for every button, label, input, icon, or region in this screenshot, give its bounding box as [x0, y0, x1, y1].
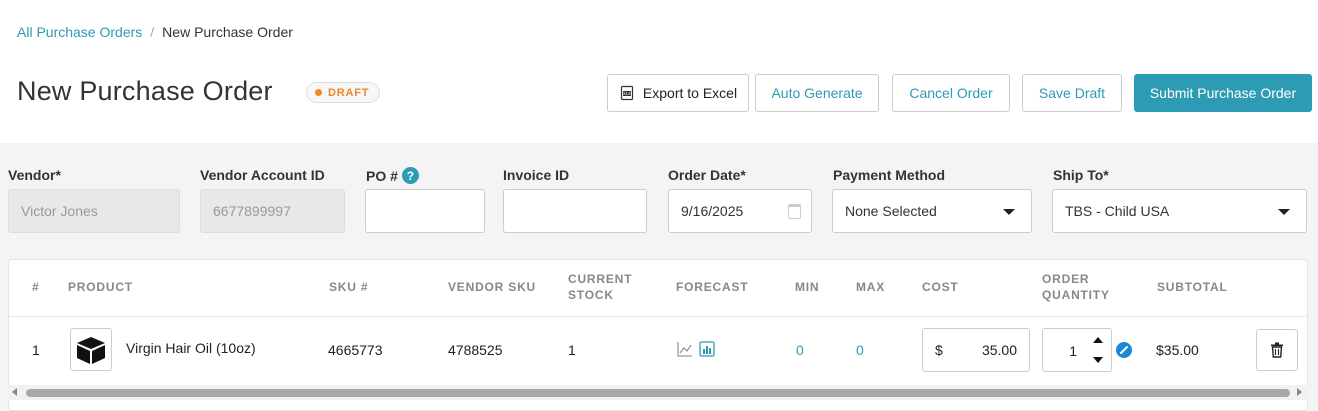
col-header-order-quantity: ORDER QUANTITY — [1042, 272, 1110, 302]
decrement-arrow-icon[interactable] — [1093, 357, 1103, 363]
col-header-vendor-sku: VENDOR SKU — [448, 280, 537, 294]
col-header-current-stock: CURRENT STOCK — [568, 272, 633, 302]
calendar-icon[interactable] — [788, 204, 801, 219]
increment-arrow-icon[interactable] — [1093, 337, 1103, 343]
payment-method-select[interactable]: None Selected — [832, 189, 1032, 233]
export-to-excel-button[interactable]: XLS Export to Excel — [607, 74, 749, 112]
subtotal-value: $35.00 — [1156, 342, 1199, 358]
order-quantity-stepper[interactable]: 1 — [1042, 328, 1112, 372]
page-header: All Purchase Orders / New Purchase Order… — [0, 0, 1318, 143]
vendor-value: Victor Jones — [21, 203, 98, 219]
excel-file-icon: XLS — [620, 85, 634, 101]
payment-method-label: Payment Method — [833, 167, 946, 183]
product-name[interactable]: Virgin Hair Oil (10oz) — [126, 340, 256, 356]
ship-to-value: TBS - Child USA — [1065, 203, 1170, 219]
vendor-account-field: 6677899997 — [200, 189, 345, 233]
po-number-input[interactable] — [365, 189, 485, 233]
col-header-number: # — [32, 280, 40, 294]
col-header-min: MIN — [795, 280, 820, 294]
scrollbar-thumb[interactable] — [26, 389, 1290, 397]
sku-value: 4665773 — [328, 342, 383, 358]
help-icon[interactable]: ? — [401, 167, 419, 184]
cost-input[interactable]: $ 35.00 — [922, 328, 1030, 372]
breadcrumb-all-purchase-orders[interactable]: All Purchase Orders — [17, 24, 142, 40]
col-header-sku: SKU # — [329, 280, 369, 294]
cancel-order-label: Cancel Order — [909, 85, 993, 101]
submit-purchase-order-button[interactable]: Submit Purchase Order — [1134, 74, 1312, 112]
vendor-account-label: Vendor Account ID — [200, 167, 325, 183]
order-date-input[interactable]: 9/16/2025 — [668, 189, 812, 233]
line-chart-icon[interactable] — [677, 341, 693, 357]
submit-purchase-order-label: Submit Purchase Order — [1149, 85, 1297, 101]
table-header-divider — [9, 316, 1307, 317]
chevron-down-icon — [1278, 209, 1290, 215]
col-header-cost: COST — [922, 280, 959, 294]
status-dot — [315, 89, 322, 96]
col-header-max: MAX — [856, 280, 886, 294]
page-title: New Purchase Order — [17, 76, 273, 106]
vendor-account-value: 6677899997 — [213, 203, 291, 219]
horizontal-scrollbar[interactable] — [8, 385, 1308, 400]
order-date-value: 9/16/2025 — [681, 203, 744, 219]
trash-icon — [1271, 342, 1283, 358]
row-number: 1 — [32, 342, 40, 358]
ship-to-select[interactable]: TBS - Child USA — [1052, 189, 1307, 233]
order-date-label: Order Date* — [668, 167, 746, 183]
current-stock-value: 1 — [568, 342, 576, 358]
box-icon — [77, 336, 105, 364]
vendor-sku-value: 4788525 — [448, 342, 503, 358]
max-value[interactable]: 0 — [856, 342, 864, 358]
min-value[interactable]: 0 — [796, 342, 804, 358]
forecast-icons — [677, 341, 715, 357]
ship-to-label: Ship To* — [1053, 167, 1109, 183]
chevron-down-icon — [1003, 209, 1015, 215]
delete-row-button[interactable] — [1256, 329, 1298, 371]
status-badge-label: DRAFT — [328, 86, 370, 99]
quantity-spinner — [1091, 333, 1105, 367]
vendor-field: Victor Jones — [8, 189, 180, 233]
export-to-excel-label: Export to Excel — [642, 85, 738, 101]
po-number-label: PO # ? — [366, 167, 419, 184]
auto-generate-label: Auto Generate — [771, 85, 863, 101]
vendor-label: Vendor* — [8, 167, 61, 183]
save-draft-label: Save Draft — [1038, 85, 1106, 101]
col-header-forecast: FORECAST — [676, 280, 749, 294]
bar-chart-icon[interactable] — [699, 341, 715, 357]
order-quantity-value: 1 — [1069, 343, 1077, 359]
col-header-subtotal: SUBTOTAL — [1157, 280, 1228, 294]
auto-generate-button[interactable]: Auto Generate — [755, 74, 879, 112]
pencil-icon[interactable] — [1116, 342, 1132, 358]
breadcrumb-current: New Purchase Order — [162, 24, 293, 40]
status-badge: DRAFT — [306, 82, 381, 103]
product-thumbnail — [70, 328, 112, 371]
cost-value: 35.00 — [981, 342, 1017, 358]
cancel-order-button[interactable]: Cancel Order — [892, 74, 1010, 112]
scroll-right-arrow-icon[interactable] — [1297, 388, 1302, 396]
breadcrumb-separator: / — [150, 24, 155, 40]
invoice-id-label: Invoice ID — [503, 167, 570, 183]
save-draft-button[interactable]: Save Draft — [1022, 74, 1122, 112]
invoice-id-input[interactable] — [503, 189, 647, 233]
scroll-left-arrow-icon[interactable] — [12, 388, 17, 396]
breadcrumb: All Purchase Orders / New Purchase Order — [17, 24, 293, 40]
payment-method-value: None Selected — [845, 203, 937, 219]
col-header-product: PRODUCT — [68, 280, 133, 294]
currency-symbol: $ — [935, 342, 943, 358]
svg-text:XLS: XLS — [623, 91, 631, 96]
